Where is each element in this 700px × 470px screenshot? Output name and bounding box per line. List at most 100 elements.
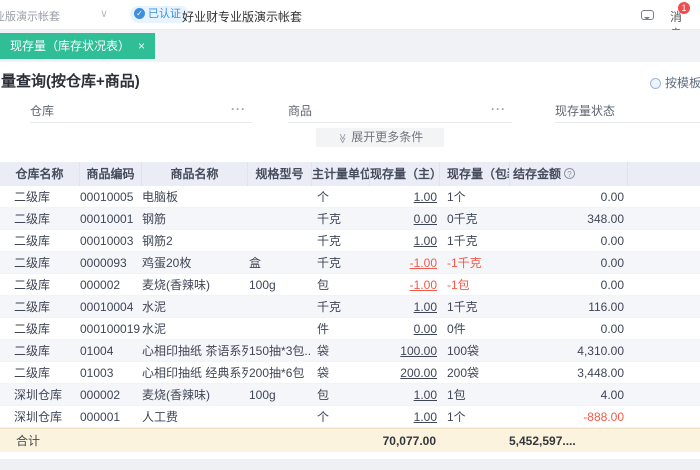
stock-status-filter-label: 现存量状态 <box>555 104 616 118</box>
cell-code: 0000093 <box>80 256 127 270</box>
cell-code: 000002 <box>80 388 121 402</box>
top-bar: 业版演示帐套 ∨ ✓已认证 好业财专业版演示帐套 消息 1 <box>0 0 700 41</box>
cell-code: 00010003 <box>80 234 134 248</box>
cell-name: 水泥 <box>142 300 167 314</box>
verified-label: 已认证 <box>148 8 181 20</box>
cell-pkg: -1千克 <box>447 256 482 270</box>
cell-amount: 348.00 <box>587 212 624 226</box>
qty-link[interactable]: -1.00 <box>410 278 437 292</box>
col-header-warehouse: 仓库名称 <box>0 162 80 186</box>
verified-badge: ✓ 已认证 <box>130 6 189 23</box>
cell-unit: 千克 <box>317 300 342 314</box>
qty-link[interactable]: 1.00 <box>414 388 437 402</box>
cell-spec <box>248 318 312 339</box>
cell-name: 钢筋 <box>142 212 167 226</box>
cell-name: 麦烧(香辣味) <box>142 278 210 292</box>
cell-code: 00010005 <box>80 190 134 204</box>
tab-strip: 现存量（库存状况表） × <box>0 30 700 62</box>
cell-spec: 盒 <box>249 256 262 270</box>
account-dropdown[interactable]: 业版演示帐套 <box>0 8 66 24</box>
cell-name: 钢筋2 <box>142 234 173 248</box>
table-row: 二级库 01004 心相印抽纸 茶语系列 ... 150抽*3包... 袋 10… <box>0 340 700 362</box>
cell-pkg: 0千克 <box>447 212 478 226</box>
cell-warehouse: 二级库 <box>14 344 51 358</box>
table-row: 深圳仓库 000002 麦烧(香辣味) 100g 包 1.00 1包 4.00 <box>0 384 700 406</box>
warehouse-picker-icon[interactable]: ··· <box>231 102 246 116</box>
cell-amount: 116.00 <box>588 300 624 314</box>
table-row: 二级库 00010001 钢筋 千克 0.00 0千克 348.00 <box>0 208 700 230</box>
table-row: 深圳仓库 000001 人工费 个 1.00 1个 -888.00 <box>0 406 700 428</box>
cell-code: 000100019 <box>80 322 141 336</box>
cell-qty: 1.00 <box>370 186 440 207</box>
stock-status-filter[interactable]: 现存量状态 <box>555 102 700 123</box>
scheme-link[interactable]: 按模板 <box>650 74 700 91</box>
cell-warehouse: 二级库 <box>14 322 51 336</box>
product-picker-icon[interactable]: ··· <box>491 102 506 116</box>
cell-code: 01003 <box>80 366 114 380</box>
cell-amount: 4,310.00 <box>577 344 624 358</box>
stock-table: 仓库名称 商品编码 商品名称 规格型号 主计量单位 现存量（主） 现存量（包装）… <box>0 162 700 452</box>
cell-amount: -888.00 <box>583 410 624 424</box>
cell-amount: 0.00 <box>600 322 624 336</box>
cell-warehouse: 深圳仓库 <box>14 410 63 424</box>
help-icon[interactable]: ? <box>564 168 576 179</box>
scheme-label: 按模板 <box>665 76 700 90</box>
total-amount: 5,452,597.... <box>509 434 576 448</box>
col-header-amount: 结存金额? <box>510 162 628 186</box>
cell-code: 000001 <box>80 410 121 424</box>
cell-pkg: 1个 <box>447 190 466 204</box>
qty-link[interactable]: 1.00 <box>414 410 437 424</box>
cell-warehouse: 二级库 <box>14 190 51 204</box>
product-filter-label: 商品 <box>288 104 313 118</box>
cell-spec <box>248 208 312 229</box>
qty-link[interactable]: -1.00 <box>410 256 437 270</box>
cell-qty: 1.00 <box>370 406 440 427</box>
cell-qty: 1.00 <box>370 296 440 317</box>
cell-name: 鸡蛋20枚 <box>142 256 192 270</box>
cell-pkg: 1个 <box>447 410 466 424</box>
qty-link[interactable]: 100.00 <box>400 344 437 358</box>
cell-warehouse: 二级库 <box>14 256 51 270</box>
product-filter[interactable]: 商品 ··· <box>288 102 512 123</box>
cell-warehouse: 二级库 <box>14 366 51 380</box>
cell-pkg: -1包 <box>447 278 470 292</box>
cell-pkg: 0件 <box>447 322 466 336</box>
cell-code: 01004 <box>80 344 114 358</box>
warehouse-filter[interactable]: 仓库 ··· <box>30 102 252 123</box>
table-row: 二级库 000100019 水泥 件 0.00 0件 0.00 <box>0 318 700 340</box>
col-header-qty: 现存量（主） <box>370 162 440 186</box>
cell-warehouse: 二级库 <box>14 234 51 248</box>
cell-qty: 0.00 <box>370 318 440 339</box>
qty-link[interactable]: 1.00 <box>414 190 437 204</box>
cell-code: 00010001 <box>80 212 134 226</box>
cell-amount: 3,448.00 <box>577 366 624 380</box>
cell-amount: 0.00 <box>600 234 624 248</box>
qty-link[interactable]: 0.00 <box>414 212 437 226</box>
cell-name: 心相印抽纸 茶语系列 ... <box>142 344 248 358</box>
cell-amount: 0.00 <box>600 190 624 204</box>
table-total-row: 合计 70,077.00 5,452,597.... <box>0 428 700 452</box>
close-icon[interactable]: × <box>138 39 145 53</box>
account-name: 业版演示帐套 <box>0 11 60 23</box>
qty-link[interactable]: 1.00 <box>414 300 437 314</box>
cell-name: 水泥 <box>142 322 167 336</box>
cell-pkg: 1千克 <box>447 234 478 248</box>
cell-amount: 0.00 <box>600 256 624 270</box>
qty-link[interactable]: 200.00 <box>400 366 437 380</box>
tab-current-stock[interactable]: 现存量（库存状况表） × <box>0 33 156 59</box>
cell-pkg: 200袋 <box>447 366 480 380</box>
cell-code: 000002 <box>80 278 121 292</box>
cell-warehouse: 二级库 <box>14 212 51 226</box>
qty-link[interactable]: 1.00 <box>414 234 437 248</box>
cell-qty: -1.00 <box>370 274 440 295</box>
cell-unit: 千克 <box>317 234 342 248</box>
warehouse-filter-label: 仓库 <box>30 104 55 118</box>
message-count-badge: 1 <box>678 2 690 14</box>
double-chevron-down-icon: ≫ <box>336 133 348 144</box>
cell-code: 00010004 <box>80 300 134 314</box>
col-header-spec: 规格型号 <box>248 162 312 186</box>
qty-link[interactable]: 0.00 <box>414 322 437 336</box>
expand-more-button[interactable]: ≫ 展开更多条件 <box>316 128 444 147</box>
chevron-down-icon[interactable]: ∨ <box>100 7 108 20</box>
cell-qty: -1.00 <box>370 252 440 273</box>
